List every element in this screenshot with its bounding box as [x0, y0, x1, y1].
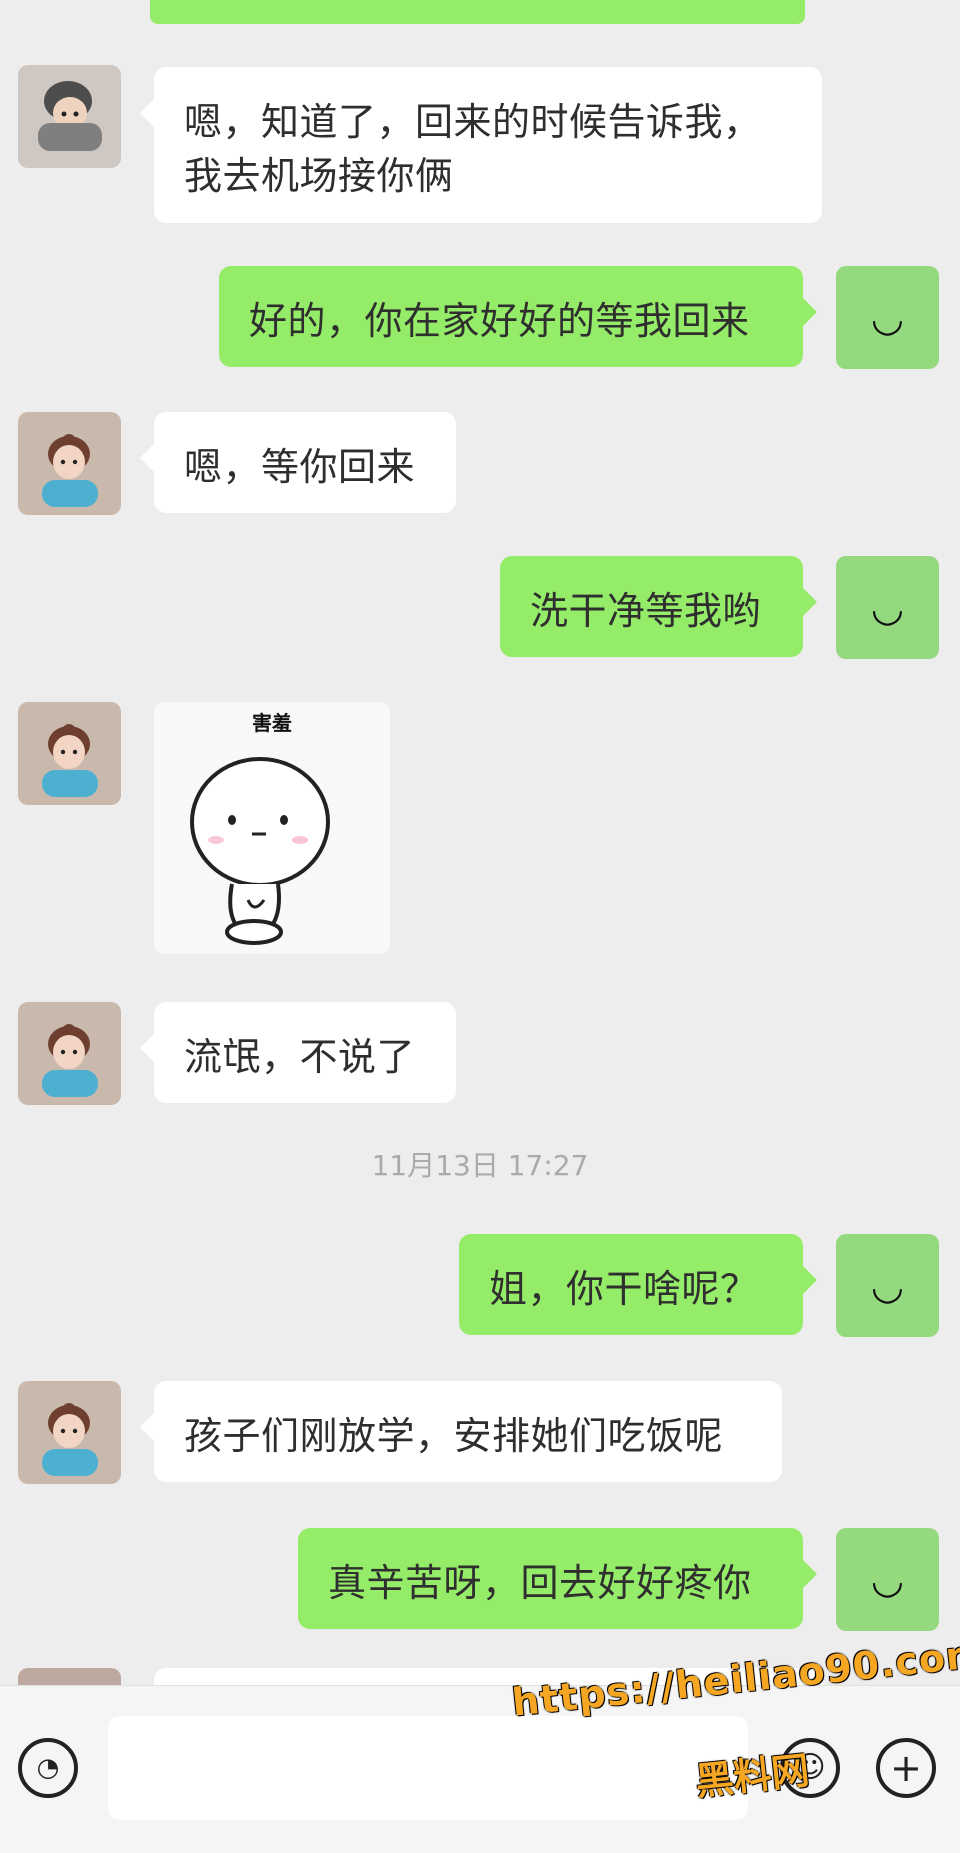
self-avatar[interactable]: ◡: [836, 266, 939, 369]
contact-avatar[interactable]: [18, 1381, 121, 1484]
sticker-message[interactable]: 害羞: [154, 702, 390, 954]
chat-screen: 嗯，知道了，回来的时候告诉我， 我去机场接你俩 好的，你在家好好的等我回来 ◡ …: [0, 0, 960, 1853]
contact-avatar[interactable]: [18, 1002, 121, 1105]
message-bubble-self[interactable]: 姐，你干啥呢？: [459, 1234, 817, 1335]
self-avatar[interactable]: ◡: [836, 556, 939, 659]
message-input[interactable]: [108, 1716, 748, 1820]
message-bubble-self[interactable]: 好的，你在家好好的等我回来: [219, 266, 817, 367]
smile-icon: ◡: [870, 585, 905, 630]
message-bubble[interactable]: 流氓，不说了: [140, 1002, 456, 1103]
self-avatar[interactable]: ◡: [836, 1528, 939, 1631]
smile-icon: ◡: [870, 295, 905, 340]
plus-icon: +: [890, 1746, 922, 1790]
message-timestamp: 11月13日 17:27: [371, 1149, 589, 1182]
message-bubble-self[interactable]: 真辛苦呀，回去好好疼你: [298, 1528, 817, 1629]
contact-avatar[interactable]: [18, 702, 121, 805]
message-bubble-self[interactable]: 洗干净等我哟: [500, 556, 817, 657]
sticker-title: 害羞: [252, 711, 292, 735]
voice-input-button[interactable]: ◔: [18, 1738, 78, 1798]
more-actions-button[interactable]: +: [876, 1738, 936, 1798]
previous-message-edge: [150, 0, 805, 24]
partially-visible-avatar: [18, 1668, 121, 1685]
message-bubble[interactable]: 孩子们刚放学，安排她们吃饭呢: [140, 1381, 782, 1482]
contact-avatar[interactable]: [18, 65, 121, 168]
message-bubble[interactable]: 嗯，知道了，回来的时候告诉我， 我去机场接你俩: [140, 67, 822, 223]
smile-icon: ◡: [870, 1263, 905, 1308]
contact-avatar[interactable]: [18, 412, 121, 515]
shy-face-sticker-icon: [190, 757, 330, 945]
self-avatar[interactable]: ◡: [836, 1234, 939, 1337]
voice-icon: ◔: [36, 1753, 60, 1783]
smile-icon: ◡: [870, 1557, 905, 1602]
message-bubble[interactable]: 嗯，等你回来: [140, 412, 456, 513]
